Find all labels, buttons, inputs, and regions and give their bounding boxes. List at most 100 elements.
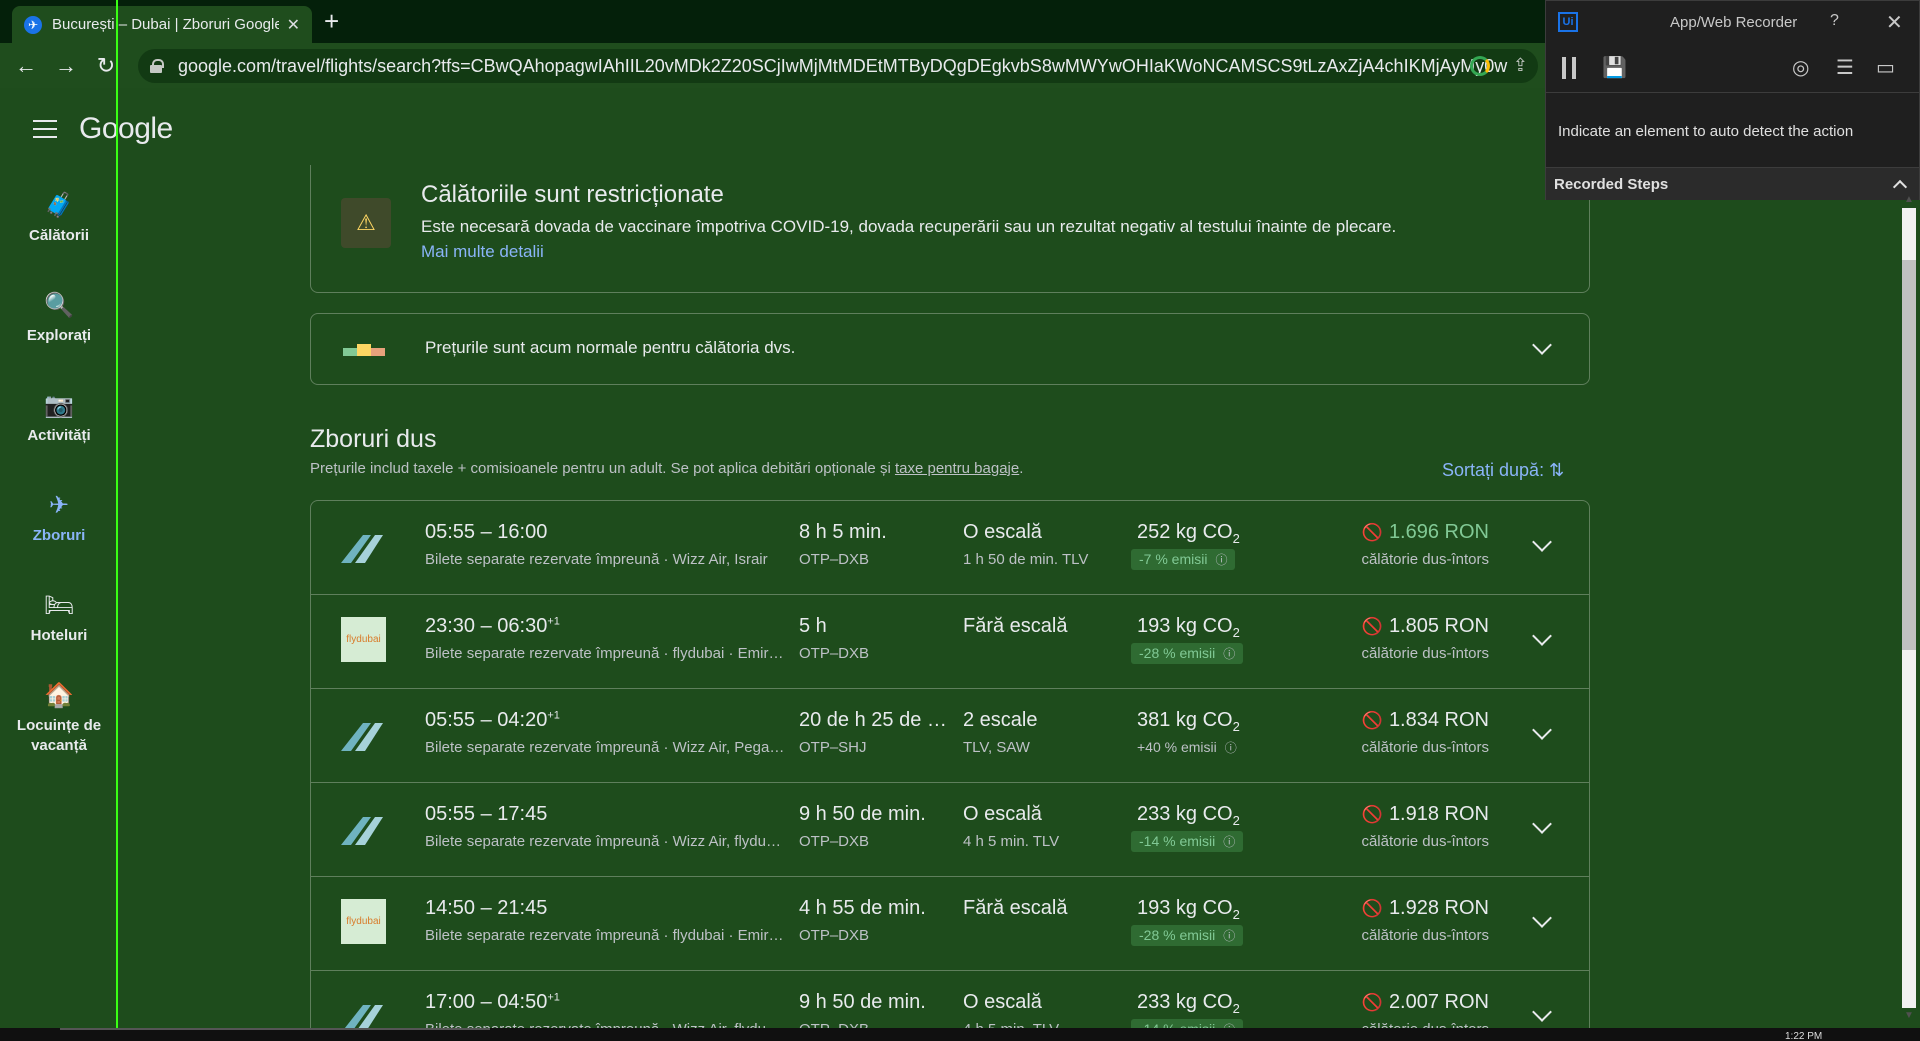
price-disclaimer: Prețurile includ taxele + comisioanele p… bbox=[310, 460, 1023, 477]
wizz-air-logo-icon bbox=[344, 1005, 383, 1028]
no-carry-on-bag-icon: 🚫 bbox=[1361, 617, 1383, 636]
layover-details: TLV, SAW bbox=[963, 739, 1030, 756]
emissions-text: -28 % emisii bbox=[1139, 645, 1216, 661]
google-logo[interactable]: Google bbox=[79, 112, 173, 146]
co2-subscript: 2 bbox=[1232, 531, 1240, 546]
page-scrollbar[interactable]: ▲ ▼ bbox=[1900, 194, 1920, 1028]
price-value: 1.918 RON bbox=[1388, 803, 1489, 825]
expand-flight-icon[interactable] bbox=[1532, 908, 1552, 928]
recorder-hint: Indicate an element to auto detect the a… bbox=[1558, 123, 1854, 140]
flight-row[interactable]: 05:55 – 04:20+1 Bilete separate rezervate… bbox=[311, 689, 1589, 783]
baggage-fees-link[interactable]: taxe pentru bagaje bbox=[895, 460, 1019, 477]
pause-icon[interactable] bbox=[1562, 57, 1576, 79]
explore-icon: 🔍 bbox=[44, 291, 74, 319]
scroll-down-icon[interactable]: ▼ bbox=[1904, 1010, 1914, 1021]
expand-price-insight-icon[interactable] bbox=[1532, 335, 1552, 355]
recorded-steps-label: Recorded Steps bbox=[1554, 176, 1669, 193]
flydubai-logo-icon: flydubai bbox=[341, 899, 386, 944]
address-bar[interactable]: google.com/travel/flights/search?tfs=CBw… bbox=[138, 49, 1538, 83]
flight-price: 🚫 1.805 RON bbox=[1362, 615, 1489, 638]
co2-value: 233 kg CO bbox=[1137, 991, 1233, 1013]
steps-list-icon[interactable]: ☰ bbox=[1836, 55, 1854, 80]
help-icon[interactable]: ? bbox=[1830, 12, 1839, 30]
price-level-icon bbox=[343, 344, 385, 358]
scroll-thumb[interactable] bbox=[1902, 260, 1916, 650]
close-tab-icon[interactable]: ✕ bbox=[287, 15, 300, 35]
browser-tab[interactable]: ✈ București – Dubai | Zboruri Google ✕ bbox=[12, 6, 312, 43]
flight-duration: 4 h 55 de min. bbox=[799, 897, 926, 919]
warning-icon: ⚠ bbox=[341, 198, 391, 248]
google-extension-icon[interactable] bbox=[1470, 56, 1490, 76]
restriction-title: Călătoriile sunt restricționate bbox=[421, 181, 724, 208]
more-details-link[interactable]: Mai multe detalii bbox=[421, 242, 544, 262]
flight-row[interactable]: 17:00 – 04:50+1 Bilete separate rezervate… bbox=[311, 971, 1589, 1028]
sidebar-item-5[interactable]: 🏠 Locuințe de vacanță bbox=[0, 668, 118, 768]
flight-stops: O escală bbox=[963, 991, 1042, 1013]
info-icon[interactable]: ⓘ bbox=[1215, 553, 1227, 567]
co2-estimate: 381 kg CO2 bbox=[1137, 709, 1240, 734]
expand-flight-icon[interactable] bbox=[1532, 814, 1552, 834]
info-icon[interactable]: ⓘ bbox=[1223, 929, 1235, 943]
save-icon[interactable]: 💾 bbox=[1602, 55, 1627, 80]
airline-names: Bilete separate rezervate împreună · Wiz… bbox=[425, 1021, 785, 1028]
recorder-titlebar: Ui App/Web Recorder ? ✕ bbox=[1546, 1, 1919, 43]
main-menu-icon[interactable] bbox=[33, 120, 57, 138]
sidebar-item-2[interactable]: 📷 Activități bbox=[0, 368, 118, 468]
trip-type: călătorie dus-întors bbox=[1361, 739, 1489, 756]
trip-type: călătorie dus-întors bbox=[1361, 833, 1489, 850]
flight-duration: 8 h 5 min. bbox=[799, 521, 887, 543]
sidebar-item-0[interactable]: 🧳 Călătorii bbox=[0, 168, 118, 268]
departure-arrival-times: 05:55 – 04:20 bbox=[425, 709, 548, 731]
flight-times: 23:30 – 06:30+1 bbox=[425, 615, 560, 638]
flight-row[interactable]: 05:55 – 16:00 Bilete separate rezervate î… bbox=[311, 501, 1589, 595]
forward-icon[interactable]: → bbox=[46, 53, 86, 79]
reload-icon[interactable]: ↻ bbox=[86, 53, 126, 79]
screen-options-icon[interactable]: ▭ bbox=[1876, 55, 1895, 80]
flight-times: 05:55 – 04:20+1 bbox=[425, 709, 560, 732]
expand-flight-icon[interactable] bbox=[1532, 532, 1552, 552]
taskbar-divider bbox=[60, 1028, 490, 1030]
new-tab-button[interactable]: + bbox=[324, 8, 339, 34]
flight-row[interactable]: flydubai 14:50 – 21:45 Bilete separate rez… bbox=[311, 877, 1589, 971]
price-disclaimer-text: Prețurile includ taxele + comisioanele p… bbox=[310, 460, 891, 477]
expand-flight-icon[interactable] bbox=[1532, 1002, 1552, 1022]
flydubai-logo-icon: flydubai bbox=[341, 617, 386, 662]
info-icon[interactable]: ⓘ bbox=[1223, 835, 1235, 849]
flight-row[interactable]: flydubai 23:30 – 06:30+1 Bilete separate r… bbox=[311, 595, 1589, 689]
chevron-up-icon[interactable] bbox=[1892, 179, 1908, 195]
back-icon[interactable]: ← bbox=[6, 53, 46, 79]
price-insight-card[interactable]: Prețurile sunt acum normale pentru călăt… bbox=[310, 313, 1590, 385]
flight-row[interactable]: 05:55 – 17:45 Bilete separate rezervate î… bbox=[311, 783, 1589, 877]
suitcase-icon: 🧳 bbox=[44, 191, 74, 219]
sidebar-item-1[interactable]: 🔍 Explorați bbox=[0, 268, 118, 368]
flight-route: OTP–DXB bbox=[799, 833, 870, 850]
trip-type: călătorie dus-întors bbox=[1361, 1021, 1489, 1028]
info-icon[interactable]: ⓘ bbox=[1223, 647, 1235, 661]
airline-names: Bilete separate rezervate împreună · fly… bbox=[425, 927, 785, 944]
expand-flight-icon[interactable] bbox=[1532, 720, 1552, 740]
share-icon[interactable]: ⇪ bbox=[1513, 55, 1528, 76]
co2-subscript: 2 bbox=[1232, 719, 1240, 734]
url-text[interactable]: google.com/travel/flights/search?tfs=CBw… bbox=[178, 56, 1508, 77]
lock-icon[interactable] bbox=[150, 59, 164, 73]
taskbar-clock: 1:22 PM bbox=[1785, 1031, 1823, 1041]
tab-title: București – Dubai | Zboruri Google bbox=[52, 16, 279, 33]
info-icon[interactable]: ⓘ bbox=[1225, 741, 1237, 755]
scroll-up-icon[interactable]: ▲ bbox=[1904, 194, 1914, 205]
target-settings-icon[interactable]: ◎ bbox=[1792, 55, 1809, 80]
sidebar-item-4[interactable]: 🛏 Hoteluri bbox=[0, 568, 118, 668]
wizz-air-logo-icon bbox=[341, 817, 383, 845]
flight-duration: 9 h 50 de min. bbox=[799, 991, 926, 1013]
browser-toolbar: ← → ↻ google.com/travel/flights/search?t… bbox=[0, 43, 1545, 88]
emissions-badge: -7 % emisii ⓘ bbox=[1131, 549, 1236, 570]
co2-value: 193 kg CO bbox=[1137, 615, 1233, 637]
travel-restriction-card: ⚠ Călătoriile sunt restricționate Este n… bbox=[310, 165, 1590, 293]
flight-route: OTP–DXB bbox=[799, 1021, 869, 1028]
sort-by-button[interactable]: Sortați după: ⇅ bbox=[1442, 460, 1564, 481]
close-icon[interactable]: ✕ bbox=[1886, 10, 1903, 35]
restriction-text: Este necesară dovada de vaccinare împotr… bbox=[421, 217, 1397, 236]
recorded-steps-header[interactable]: Recorded Steps bbox=[1546, 167, 1919, 200]
sidebar-item-3[interactable]: ✈ Zboruri bbox=[0, 468, 118, 568]
flight-route: OTP–DXB bbox=[799, 927, 870, 944]
expand-flight-icon[interactable] bbox=[1532, 626, 1552, 646]
